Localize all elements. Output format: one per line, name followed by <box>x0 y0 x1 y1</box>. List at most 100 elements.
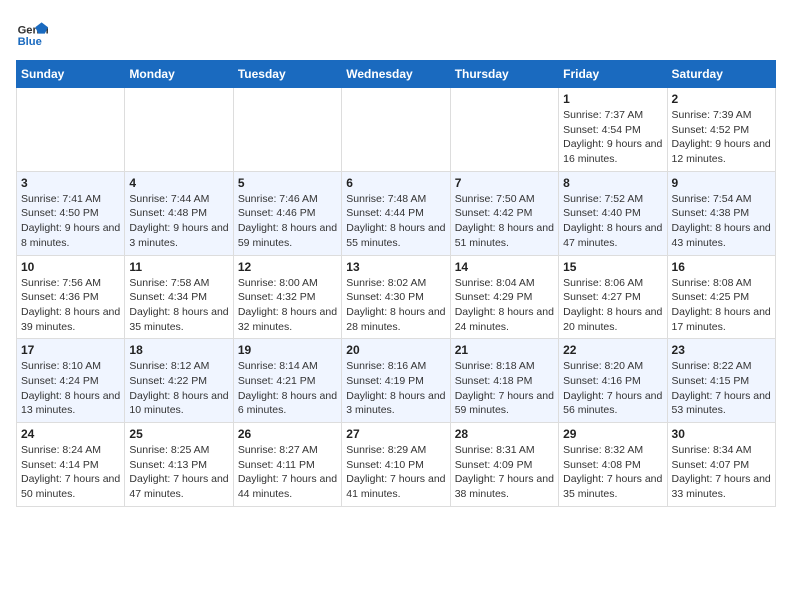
calendar-cell: 3 Sunrise: 7:41 AMSunset: 4:50 PMDaylight… <box>17 171 125 255</box>
day-info: Sunrise: 8:06 AMSunset: 4:27 PMDaylight:… <box>563 276 662 335</box>
calendar-cell <box>17 88 125 172</box>
day-info: Sunrise: 7:56 AMSunset: 4:36 PMDaylight:… <box>21 276 120 335</box>
calendar-table: SundayMondayTuesdayWednesdayThursdayFrid… <box>16 60 776 507</box>
calendar-week-row: 3 Sunrise: 7:41 AMSunset: 4:50 PMDaylight… <box>17 171 776 255</box>
day-number: 16 <box>672 260 771 274</box>
svg-text:Blue: Blue <box>18 36 42 48</box>
day-info: Sunrise: 8:32 AMSunset: 4:08 PMDaylight:… <box>563 443 662 502</box>
calendar-week-row: 24Sunrise: 8:24 AMSunset: 4:14 PMDayligh… <box>17 423 776 507</box>
calendar-cell: 4 Sunrise: 7:44 AMSunset: 4:48 PMDaylight… <box>125 171 233 255</box>
day-number: 30 <box>672 427 771 441</box>
calendar-cell: 24Sunrise: 8:24 AMSunset: 4:14 PMDayligh… <box>17 423 125 507</box>
day-number: 7 <box>455 176 554 190</box>
day-number: 27 <box>346 427 445 441</box>
day-number: 18 <box>129 343 228 357</box>
day-info: Sunrise: 8:02 AMSunset: 4:30 PMDaylight:… <box>346 276 445 335</box>
calendar-cell <box>125 88 233 172</box>
day-number: 25 <box>129 427 228 441</box>
day-info: Sunrise: 7:48 AMSunset: 4:44 PMDaylight:… <box>346 192 445 251</box>
day-info: Sunrise: 8:25 AMSunset: 4:13 PMDaylight:… <box>129 443 228 502</box>
calendar-cell: 30 Sunrise: 8:34 AMSunset: 4:07 PMDayligh… <box>667 423 775 507</box>
logo-icon: General Blue <box>16 16 48 48</box>
calendar-week-row: 1Sunrise: 7:37 AMSunset: 4:54 PMDaylight… <box>17 88 776 172</box>
day-info: Sunrise: 8:18 AMSunset: 4:18 PMDaylight:… <box>455 359 554 418</box>
calendar-header-row: SundayMondayTuesdayWednesdayThursdayFrid… <box>17 61 776 88</box>
day-info: Sunrise: 7:44 AMSunset: 4:48 PMDaylight:… <box>129 192 228 251</box>
day-info: Sunrise: 7:52 AMSunset: 4:40 PMDaylight:… <box>563 192 662 251</box>
calendar-cell: 29 Sunrise: 8:32 AMSunset: 4:08 PMDayligh… <box>559 423 667 507</box>
day-number: 26 <box>238 427 337 441</box>
day-info: Sunrise: 8:10 AMSunset: 4:24 PMDaylight:… <box>21 359 120 418</box>
calendar-cell: 9 Sunrise: 7:54 AMSunset: 4:38 PMDaylight… <box>667 171 775 255</box>
day-number: 2 <box>672 92 771 106</box>
day-number: 22 <box>563 343 662 357</box>
day-number: 28 <box>455 427 554 441</box>
day-info: Sunrise: 7:41 AMSunset: 4:50 PMDaylight:… <box>21 192 120 251</box>
calendar-cell: 10 Sunrise: 7:56 AMSunset: 4:36 PMDayligh… <box>17 255 125 339</box>
calendar-cell: 18Sunrise: 8:12 AMSunset: 4:22 PMDayligh… <box>125 339 233 423</box>
day-info: Sunrise: 8:34 AMSunset: 4:07 PMDaylight:… <box>672 443 771 502</box>
day-number: 19 <box>238 343 337 357</box>
day-number: 9 <box>672 176 771 190</box>
day-number: 5 <box>238 176 337 190</box>
calendar-cell <box>450 88 558 172</box>
day-number: 23 <box>672 343 771 357</box>
calendar-cell: 19 Sunrise: 8:14 AMSunset: 4:21 PMDayligh… <box>233 339 341 423</box>
calendar-cell: 28 Sunrise: 8:31 AMSunset: 4:09 PMDayligh… <box>450 423 558 507</box>
day-info: Sunrise: 7:39 AMSunset: 4:52 PMDaylight:… <box>672 108 771 167</box>
day-info: Sunrise: 7:50 AMSunset: 4:42 PMDaylight:… <box>455 192 554 251</box>
day-number: 17 <box>21 343 120 357</box>
calendar-cell: 5Sunrise: 7:46 AMSunset: 4:46 PMDaylight… <box>233 171 341 255</box>
day-info: Sunrise: 8:00 AMSunset: 4:32 PMDaylight:… <box>238 276 337 335</box>
calendar-week-row: 10 Sunrise: 7:56 AMSunset: 4:36 PMDayligh… <box>17 255 776 339</box>
calendar-cell <box>342 88 450 172</box>
calendar-cell: 21 Sunrise: 8:18 AMSunset: 4:18 PMDayligh… <box>450 339 558 423</box>
calendar-cell: 13 Sunrise: 8:02 AMSunset: 4:30 PMDayligh… <box>342 255 450 339</box>
day-info: Sunrise: 8:08 AMSunset: 4:25 PMDaylight:… <box>672 276 771 335</box>
logo: General Blue <box>16 16 52 48</box>
day-info: Sunrise: 8:22 AMSunset: 4:15 PMDaylight:… <box>672 359 771 418</box>
calendar-cell: 11 Sunrise: 7:58 AMSunset: 4:34 PMDayligh… <box>125 255 233 339</box>
calendar-cell: 16 Sunrise: 8:08 AMSunset: 4:25 PMDayligh… <box>667 255 775 339</box>
day-header-sunday: Sunday <box>17 61 125 88</box>
day-number: 13 <box>346 260 445 274</box>
calendar-cell: 25 Sunrise: 8:25 AMSunset: 4:13 PMDayligh… <box>125 423 233 507</box>
day-info: Sunrise: 8:16 AMSunset: 4:19 PMDaylight:… <box>346 359 445 418</box>
day-number: 10 <box>21 260 120 274</box>
day-header-saturday: Saturday <box>667 61 775 88</box>
calendar-cell: 15Sunrise: 8:06 AMSunset: 4:27 PMDayligh… <box>559 255 667 339</box>
calendar-cell: 26 Sunrise: 8:27 AMSunset: 4:11 PMDayligh… <box>233 423 341 507</box>
day-info: Sunrise: 7:58 AMSunset: 4:34 PMDaylight:… <box>129 276 228 335</box>
day-header-thursday: Thursday <box>450 61 558 88</box>
calendar-cell: 22 Sunrise: 8:20 AMSunset: 4:16 PMDayligh… <box>559 339 667 423</box>
day-info: Sunrise: 7:54 AMSunset: 4:38 PMDaylight:… <box>672 192 771 251</box>
day-number: 14 <box>455 260 554 274</box>
day-info: Sunrise: 8:24 AMSunset: 4:14 PMDaylight:… <box>21 443 120 502</box>
day-number: 20 <box>346 343 445 357</box>
day-number: 29 <box>563 427 662 441</box>
day-info: Sunrise: 8:14 AMSunset: 4:21 PMDaylight:… <box>238 359 337 418</box>
day-header-wednesday: Wednesday <box>342 61 450 88</box>
calendar-week-row: 17 Sunrise: 8:10 AMSunset: 4:24 PMDayligh… <box>17 339 776 423</box>
day-number: 3 <box>21 176 120 190</box>
day-number: 4 <box>129 176 228 190</box>
calendar-cell: 12Sunrise: 8:00 AMSunset: 4:32 PMDayligh… <box>233 255 341 339</box>
day-number: 1 <box>563 92 662 106</box>
calendar-cell: 1Sunrise: 7:37 AMSunset: 4:54 PMDaylight… <box>559 88 667 172</box>
day-info: Sunrise: 8:27 AMSunset: 4:11 PMDaylight:… <box>238 443 337 502</box>
calendar-cell: 14 Sunrise: 8:04 AMSunset: 4:29 PMDayligh… <box>450 255 558 339</box>
day-info: Sunrise: 8:04 AMSunset: 4:29 PMDaylight:… <box>455 276 554 335</box>
calendar-cell: 2 Sunrise: 7:39 AMSunset: 4:52 PMDaylight… <box>667 88 775 172</box>
day-header-friday: Friday <box>559 61 667 88</box>
day-info: Sunrise: 8:31 AMSunset: 4:09 PMDaylight:… <box>455 443 554 502</box>
day-header-monday: Monday <box>125 61 233 88</box>
calendar-cell: 17 Sunrise: 8:10 AMSunset: 4:24 PMDayligh… <box>17 339 125 423</box>
day-number: 21 <box>455 343 554 357</box>
calendar-cell <box>233 88 341 172</box>
page-header: General Blue <box>16 16 776 48</box>
day-number: 6 <box>346 176 445 190</box>
day-number: 8 <box>563 176 662 190</box>
calendar-cell: 20 Sunrise: 8:16 AMSunset: 4:19 PMDayligh… <box>342 339 450 423</box>
day-info: Sunrise: 8:20 AMSunset: 4:16 PMDaylight:… <box>563 359 662 418</box>
day-number: 11 <box>129 260 228 274</box>
